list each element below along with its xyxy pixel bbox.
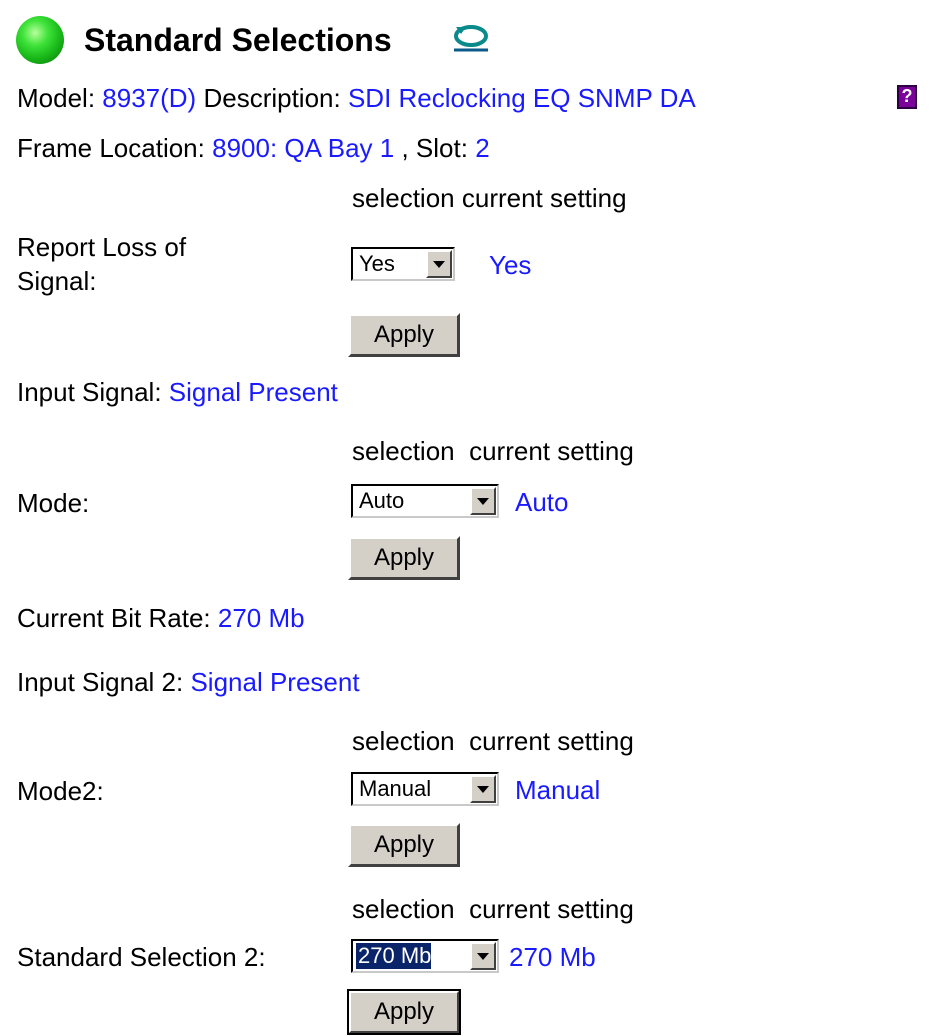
slot-value: 2 [475, 133, 490, 163]
report-loss-label-line1: Report Loss of [17, 232, 187, 262]
frame-label: Frame Location: [17, 133, 205, 163]
description-label: Description: [203, 83, 341, 113]
input-signal-line: Input Signal: Signal Present [17, 377, 338, 407]
mode-label: Mode: [17, 488, 90, 518]
selection-header: selection [352, 894, 455, 924]
selection-header: selection [352, 436, 455, 466]
mode-select[interactable]: Auto [351, 484, 499, 518]
mode2-apply-button[interactable]: Apply [348, 823, 460, 867]
mode-select-value: Auto [359, 488, 405, 513]
std-sel-2-column-headers: selection current setting [352, 894, 634, 924]
mode2-select-value: Manual [359, 776, 432, 801]
status-led-icon [16, 16, 64, 64]
current-setting-header: current setting [469, 726, 634, 756]
chevron-down-icon[interactable] [470, 775, 496, 803]
std-sel-2-select-value: 270 Mb [356, 943, 432, 969]
model-label: Model: [17, 83, 96, 113]
frame-location-line: Frame Location: 8900: QA Bay 1 , Slot: 2 [17, 133, 490, 163]
mode-current: Auto [515, 487, 569, 517]
chevron-down-icon[interactable] [426, 250, 452, 278]
slot-label: , Slot: [401, 133, 468, 163]
input-signal-label: Input Signal: [17, 377, 162, 407]
report-loss-select[interactable]: Yes [351, 247, 455, 281]
description-value: SDI Reclocking EQ SNMP DA [347, 83, 696, 113]
refresh-icon[interactable] [452, 19, 490, 53]
selection-header: selection [352, 183, 455, 213]
report-loss-current: Yes [489, 250, 532, 280]
column-headers: selection current setting [352, 183, 627, 213]
report-loss-label-line2: Signal: [17, 266, 97, 296]
std-sel-2-label: Standard Selection 2: [17, 942, 266, 972]
mode2-select[interactable]: Manual [351, 772, 499, 806]
help-icon[interactable]: ? [897, 85, 917, 109]
input-signal-value: Signal Present [168, 377, 338, 407]
model-line: Model: 8937(D) Description: SDI Reclocki… [17, 83, 696, 113]
model-value: 8937(D) [102, 83, 197, 113]
chevron-down-icon[interactable] [470, 487, 496, 515]
std-sel-2-apply-button[interactable]: Apply [347, 989, 461, 1035]
bit-rate-line: Current Bit Rate: 270 Mb [17, 603, 305, 633]
std-sel-2-current: 270 Mb [509, 942, 596, 972]
mode2-column-headers: selection current setting [352, 726, 634, 756]
selection-header: selection [352, 726, 455, 756]
report-loss-apply-button[interactable]: Apply [348, 313, 460, 357]
page-title: Standard Selections [84, 22, 392, 58]
mode2-current: Manual [515, 775, 601, 805]
frame-value[interactable]: 8900: QA Bay 1 [212, 133, 394, 163]
mode2-label: Mode2: [17, 776, 104, 806]
input-signal-2-line: Input Signal 2: Signal Present [17, 667, 360, 697]
mode-apply-button[interactable]: Apply [348, 536, 460, 580]
chevron-down-icon[interactable] [470, 942, 496, 970]
bit-rate-label: Current Bit Rate: [17, 603, 211, 633]
current-setting-header: current setting [469, 436, 634, 466]
current-setting-header: current setting [461, 183, 627, 213]
input-signal-2-value: Signal Present [190, 667, 360, 697]
report-loss-select-value: Yes [359, 251, 395, 276]
input-signal-2-label: Input Signal 2: [17, 667, 184, 697]
mode-column-headers: selection current setting [352, 436, 634, 466]
std-sel-2-select[interactable]: 270 Mb [351, 939, 499, 973]
current-setting-header: current setting [469, 894, 634, 924]
bit-rate-value: 270 Mb [217, 603, 305, 633]
